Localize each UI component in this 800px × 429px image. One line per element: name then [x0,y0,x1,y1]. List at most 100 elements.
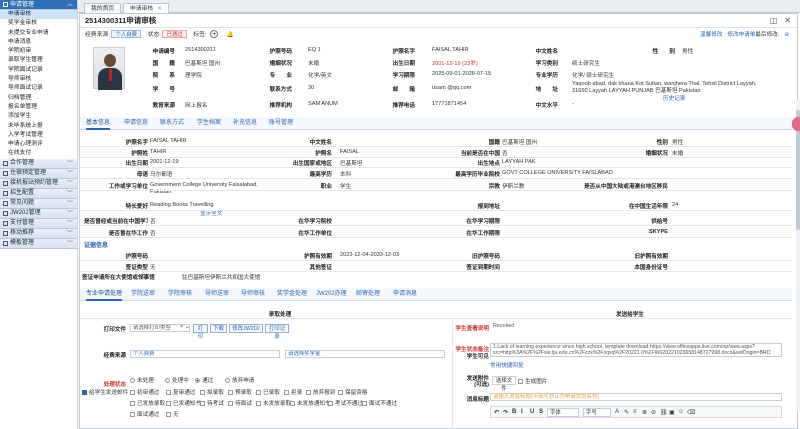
editor-tool-icon[interactable]: U [530,409,534,415]
checkbox-icon[interactable] [166,412,171,418]
remark-textarea[interactable]: 1.Lack of learning experience since high… [490,343,782,357]
status-checkbox[interactable]: 面试不通过 [362,399,402,407]
tab-process[interactable]: JW202办理 [316,288,347,301]
tab-process[interactable]: 学院审核 [168,288,192,301]
status-checkbox[interactable]: 未发放通知书 [290,399,330,407]
send-email-checkbox[interactable]: 给学生发送邮件 [82,388,132,396]
checkbox-icon[interactable] [256,390,261,396]
sidebar-group[interactable]: 接机报站预约管理 ﹀ [0,178,77,189]
sidebar-item[interactable]: 报名单管理 [0,103,77,112]
checkbox-icon[interactable] [518,379,523,385]
add-tag-button[interactable]: + [210,30,219,38]
tab-info[interactable]: 账号管理 [269,117,293,130]
editor-tool-icon[interactable]: ✎ [624,409,629,416]
checkbox-icon[interactable] [166,401,171,407]
checkbox-icon[interactable] [130,401,135,407]
tab-process[interactable]: 专业申请处理 [86,288,123,301]
checkbox-icon[interactable] [306,390,311,396]
checkbox-icon[interactable] [200,401,205,407]
checkbox-icon[interactable] [284,390,289,396]
checkbox-icon[interactable] [200,390,205,396]
print-action-button[interactable]: 下载 [210,324,227,333]
font-size-select[interactable]: 字号 [583,408,611,417]
tab-process[interactable]: 奖学金处理 [277,288,307,301]
sidebar-item[interactable]: 添加学生 [0,112,77,121]
checkbox-icon[interactable] [228,401,233,407]
sidebar-item[interactable]: 学院初审 [0,47,77,56]
message-title-input[interactable]: 请输入消息标题(不填写默认为申请状态名称) [490,393,782,401]
sidebar-item[interactable]: 申请心理测评 [0,140,77,149]
status-checkbox[interactable]: 放弃报到 [306,388,342,396]
editor-tool-icon[interactable]: ⌫ [687,409,695,416]
editor-tool-icon[interactable]: I [521,409,523,415]
sidebar-group[interactable]: 移动推荐 ﹀ [0,228,77,239]
state-radio[interactable]: 放弃申请 [225,376,261,384]
sidebar-item[interactable]: 未毕系统上报 [0,122,77,131]
font-family-select[interactable]: 字体 [547,408,579,417]
print-action-button[interactable]: 打印 [193,324,208,340]
tab-info[interactable]: 申请信息 [124,117,148,130]
tab-application-review[interactable]: 申请审核 ✕ [123,3,170,13]
choose-file-button[interactable]: 选择文件 [492,376,516,392]
sidebar-item[interactable]: 导师面试记录 [0,84,77,93]
checkbox-icon[interactable] [166,390,171,396]
tab-process[interactable]: 导师审核 [241,288,265,301]
checkbox-icon[interactable] [328,401,333,407]
status-checkbox[interactable]: 保留资格 [338,388,374,396]
checkbox-icon[interactable] [228,390,233,396]
print-action-button[interactable]: 修改JW202 [229,324,263,333]
link-edit-application[interactable]: 修改申请单 [727,32,755,38]
editor-tool-icon[interactable]: A [615,409,619,415]
status-checkbox[interactable]: 已发放录取 [130,399,170,407]
radio-icon[interactable] [195,378,200,384]
radio-icon[interactable] [225,378,230,384]
editor-tool-icon[interactable]: S [539,409,543,415]
print-action-button[interactable]: 打印记录 [265,324,289,340]
editor-tool-icon[interactable]: ☺ [678,409,684,415]
checkbox-icon[interactable] [130,412,135,418]
bell-icon[interactable]: 🔔 [227,32,234,38]
editor-tool-icon[interactable]: B [512,409,516,415]
status-checkbox[interactable]: 复审通过 [166,388,202,396]
close-window-icon[interactable]: ✕ [784,16,791,25]
editor-tool-icon[interactable]: ↷ [503,409,508,416]
sidebar-group[interactable]: 住宿预定管理 ﹀ [0,168,77,179]
tab-info[interactable]: 联系方式 [160,117,184,130]
sidebar-group-application[interactable]: 申请管理 ︿ [0,0,77,10]
tab-process[interactable]: 邮寄处理 [356,288,380,301]
gen-image-checkbox[interactable]: 生成图片 [518,377,558,385]
checkbox-icon[interactable] [338,390,343,396]
checkbox-icon[interactable] [256,401,261,407]
tab-process[interactable]: 导师送审 [205,288,229,301]
maximize-icon[interactable]: ◫ [770,16,778,25]
sidebar-item[interactable]: 未提交专业申请 [0,29,77,38]
quick-reply-link[interactable]: 常用快捷回复 [490,361,550,369]
tab-process[interactable]: 申请消息 [393,288,417,301]
sidebar-group[interactable]: 模板管理 ﹀ [0,238,77,249]
checkbox-icon[interactable] [290,401,295,407]
sidebar-item[interactable]: 录取学生管理 [0,56,77,65]
radio-icon[interactable] [165,378,170,384]
sidebar-item[interactable]: 入学考试管理 [0,131,77,140]
sidebar-group[interactable]: 支付管理 ﹀ [0,218,77,229]
editor-tool-icon[interactable]: ▣ [669,409,675,416]
sidebar-group[interactable]: 常见问题 ﹀ [0,198,77,209]
sidebar-item[interactable]: 导师审核 [0,75,77,84]
status-checkbox[interactable]: 初审通过 [130,388,166,396]
close-icon[interactable]: ✕ [157,6,162,12]
checkbox-icon[interactable] [362,401,367,407]
sidebar-item[interactable]: 归档管理 [0,94,77,103]
tab-info[interactable]: 补充信息 [233,117,257,130]
collapse-icon[interactable]: ⊖ [784,32,789,38]
reason-textarea[interactable]: Revoked [490,322,782,340]
editor-tool-icon[interactable]: ≣ [642,409,647,416]
scrollbar[interactable] [796,100,800,410]
tab-info[interactable]: 学生档案 [197,117,221,130]
status-checkbox[interactable]: 面试通过 [130,410,166,418]
sidebar-group[interactable]: JW202管理 ﹀ [0,208,77,219]
tab-process[interactable]: 学院送审 [131,288,155,301]
funding-select[interactable]: 个人自费 [130,350,280,358]
history-link[interactable]: 历史记录 [663,94,703,102]
sidebar-item[interactable]: 奖学金审核 [0,19,77,28]
checkbox-icon[interactable] [82,390,87,396]
